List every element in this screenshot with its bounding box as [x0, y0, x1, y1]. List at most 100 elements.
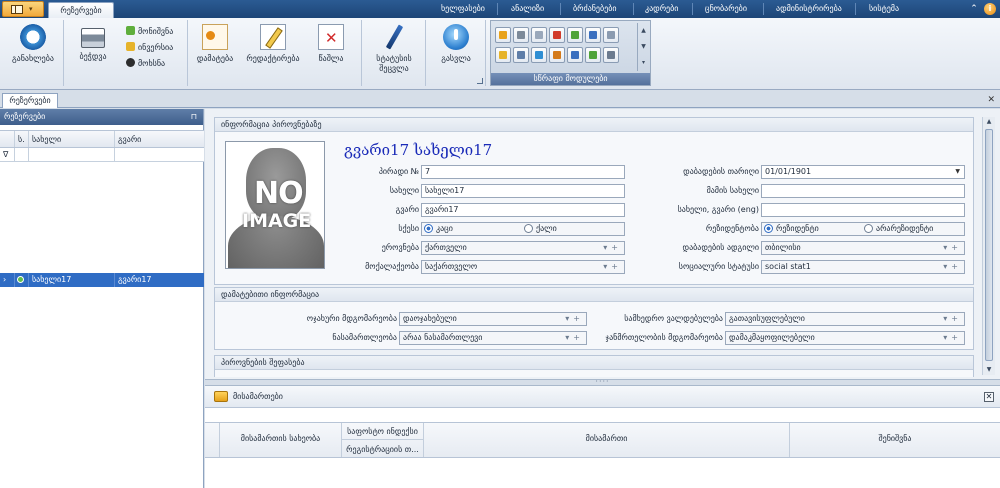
quick-module-document-icon[interactable] [531, 27, 547, 43]
ribbon-group-exit: გასვლა [426, 20, 486, 86]
last-name-field[interactable]: გვარი17 [421, 203, 625, 217]
nationality-combo[interactable]: ქართველი ▾+ [421, 241, 625, 255]
menu-system[interactable]: სისტემა [869, 0, 899, 18]
quick-module-folder-icon[interactable] [495, 47, 511, 63]
residency-nonresident-radio[interactable]: არარეზიდენტი [864, 223, 933, 235]
column-header-surname[interactable]: გვარი [114, 131, 204, 147]
filter-name-input[interactable] [28, 148, 114, 161]
menu-references[interactable]: ცნობარები [705, 0, 747, 18]
grid-filter-row: ∇ [0, 148, 204, 162]
invert-icon [126, 42, 135, 51]
father-name-field[interactable] [761, 184, 965, 198]
quick-module-grid-icon[interactable] [585, 47, 601, 63]
person-photo[interactable]: NO IMAGE [225, 141, 325, 269]
combo-buttons-icon[interactable]: ▾+ [603, 242, 622, 254]
scroll-down-icon[interactable]: ▼ [638, 39, 649, 55]
menu-orders[interactable]: ბრძანებები [573, 0, 616, 18]
status-change-button[interactable]: სტატუსის შეცვლა [366, 24, 422, 82]
menu-staff[interactable]: კადრები [645, 0, 678, 18]
chevron-down-icon[interactable]: ▼ [955, 166, 960, 178]
column-header-registration[interactable]: რეგისტრაციის თ... [342, 441, 423, 458]
residency-resident-radio[interactable]: რეზიდენტი [764, 223, 819, 235]
combo-buttons-icon[interactable]: ▾+ [565, 313, 584, 325]
close-icon[interactable]: ✕ [984, 392, 994, 402]
pin-icon[interactable]: ⊓ [191, 109, 197, 125]
horizontal-splitter[interactable]: ···· [205, 378, 1000, 386]
group-launcher-icon[interactable] [477, 78, 483, 84]
combo-buttons-icon[interactable]: ▾+ [943, 332, 962, 344]
combo-buttons-icon[interactable]: ▾+ [565, 332, 584, 344]
table-row[interactable]: › სახელი17 გვარი17 [0, 273, 204, 287]
scroll-up-icon[interactable]: ▲ [638, 23, 649, 39]
add-label: დამატება [196, 54, 234, 63]
conviction-combo[interactable]: არაა ნასამართლევი ▾+ [399, 331, 587, 345]
quick-module-check-icon[interactable] [567, 27, 583, 43]
menu-administration[interactable]: ადმინისტრირება [776, 0, 842, 18]
column-header-note[interactable]: შენიშვნა [789, 423, 1000, 457]
filter-icon[interactable]: ∇ [0, 148, 14, 161]
combo-buttons-icon[interactable]: ▾+ [943, 242, 962, 254]
print-button[interactable]: ბეჭდვა [70, 24, 116, 82]
add-button[interactable]: დამატება [192, 24, 238, 82]
minimize-ribbon-chevron-icon[interactable]: ⌃ [968, 3, 980, 15]
tab-reserves[interactable]: რეზერვები [48, 2, 114, 18]
edit-button[interactable]: რედაქტირება [242, 24, 304, 82]
column-header-postal-index[interactable]: საფოსტო ინდექსი [342, 423, 423, 440]
citizenship-combo[interactable]: საქართველო ▾+ [421, 260, 625, 274]
current-row-arrow-icon: › [3, 275, 7, 284]
personal-no-field[interactable]: 7 [421, 165, 625, 179]
column-header-number[interactable]: ს. [14, 131, 28, 147]
column-header-name[interactable]: სახელი [28, 131, 114, 147]
birth-place-combo[interactable]: თბილისი ▾+ [761, 241, 965, 255]
add-record-icon [202, 24, 228, 50]
social-status-combo[interactable]: social stat1 ▾+ [761, 260, 965, 274]
details-scrollbar[interactable]: ▲ ▼ [982, 117, 995, 375]
first-name-field[interactable]: სახელი17 [421, 184, 625, 198]
menu-salaries[interactable]: ხელფასები [441, 0, 485, 18]
deselect-button[interactable]: მოხსნა [126, 58, 165, 70]
quick-panel-scroller[interactable]: ▲ ▼ ▾ [637, 23, 649, 71]
invert-selection-button[interactable]: ინვერსია [126, 42, 173, 54]
document-tab-reserves[interactable]: რეზერვები [2, 93, 58, 108]
quick-module-users-icon[interactable] [513, 47, 529, 63]
gender-female-radio[interactable]: ქალი [524, 223, 557, 235]
info-icon[interactable]: i [984, 3, 996, 15]
quick-module-report-icon[interactable] [585, 27, 601, 43]
filter-number-input[interactable] [14, 148, 28, 161]
quick-module-home-icon[interactable] [549, 47, 565, 63]
delete-button[interactable]: წაშლა [308, 24, 354, 82]
quick-module-list-icon[interactable] [603, 27, 619, 43]
health-combo[interactable]: დამაკმაყოფილებელი ▾+ [725, 331, 965, 345]
column-header-address[interactable]: მისამართი [423, 423, 789, 457]
quick-module-payroll-icon[interactable] [495, 27, 511, 43]
birth-date-field[interactable]: 01/01/1901 ▼ [761, 165, 965, 179]
application-menu-button[interactable]: ▾ [2, 1, 44, 17]
exit-button[interactable]: გასვლა [432, 24, 480, 82]
military-combo[interactable]: გათავისუფლებული ▾+ [725, 312, 965, 326]
scrollbar-thumb[interactable] [985, 129, 993, 361]
combo-buttons-icon[interactable]: ▾+ [943, 313, 962, 325]
section-title[interactable]: პიროვნების შეფასება [215, 356, 973, 370]
scroll-down-icon[interactable]: ▼ [983, 365, 995, 375]
refresh-button[interactable]: განახლება [6, 24, 60, 82]
expand-icon[interactable]: ▾ [638, 55, 649, 71]
close-document-icon[interactable]: ✕ [987, 93, 995, 107]
select-icon [126, 26, 135, 35]
filter-surname-input[interactable] [114, 148, 204, 161]
column-header-address-type[interactable]: მისამართის სახეობა [219, 423, 341, 457]
row-status-icon [14, 273, 28, 287]
name-eng-field[interactable] [761, 203, 965, 217]
scroll-up-icon[interactable]: ▲ [983, 117, 995, 127]
quick-module-chart-icon[interactable] [567, 47, 583, 63]
quick-module-print-icon[interactable] [513, 27, 529, 43]
menu-analysis[interactable]: ანალიზი [511, 0, 544, 18]
quick-module-tools-icon[interactable] [603, 47, 619, 63]
combo-buttons-icon[interactable]: ▾+ [603, 261, 622, 273]
combo-buttons-icon[interactable]: ▾+ [943, 261, 962, 273]
person-details-area: ინფორმაცია პიროვნებაზე NO IMAGE გვარი17 … [205, 109, 1000, 379]
quick-module-person-icon[interactable] [549, 27, 565, 43]
select-button[interactable]: მონიშვნა [126, 26, 173, 38]
gender-male-radio[interactable]: კაცი [424, 223, 453, 235]
family-status-combo[interactable]: დაოჯახებული ▾+ [399, 312, 587, 326]
quick-module-globe-icon[interactable] [531, 47, 547, 63]
